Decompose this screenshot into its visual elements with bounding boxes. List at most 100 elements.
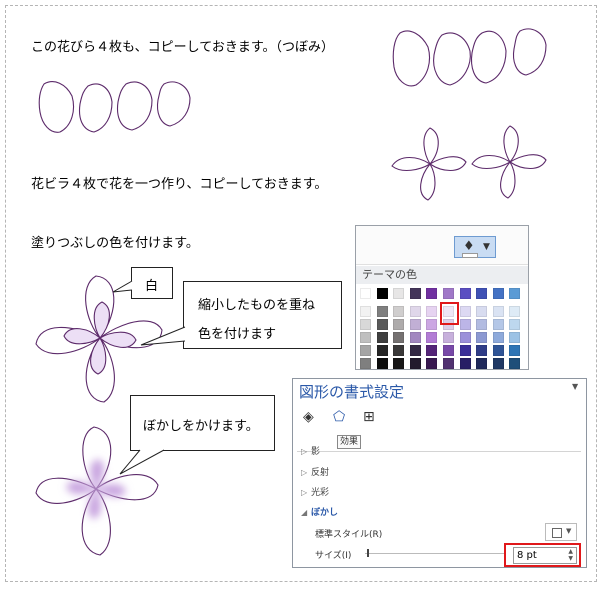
callout-blur-text: ぼかしをかけます。 xyxy=(143,419,259,434)
swatch[interactable] xyxy=(426,332,438,343)
swatch[interactable] xyxy=(393,345,405,356)
callout-white-tail xyxy=(112,280,133,293)
pane-menu-icon[interactable]: ▼ xyxy=(572,382,578,391)
swatch[interactable] xyxy=(443,345,454,356)
swatch[interactable] xyxy=(459,306,471,317)
swatch[interactable] xyxy=(376,345,388,356)
swatch[interactable] xyxy=(409,288,421,299)
size-highlight-box xyxy=(504,543,581,567)
swatch[interactable] xyxy=(476,332,488,343)
size-slider-thumb[interactable] xyxy=(367,549,369,557)
fill-line-icon[interactable]: ◈ xyxy=(303,409,314,425)
swatch[interactable] xyxy=(376,319,388,330)
swatch[interactable] xyxy=(360,288,371,299)
swatch[interactable] xyxy=(509,288,521,299)
selected-swatch-highlight xyxy=(440,302,459,325)
callout-color: 縮小したものを重ね 色を付けます xyxy=(183,281,342,349)
callout-blur: ぼかしをかけます。 xyxy=(130,395,275,451)
swatch[interactable] xyxy=(426,319,438,330)
bud-petals-top xyxy=(392,28,547,87)
swatch[interactable] xyxy=(509,332,521,343)
swatch[interactable] xyxy=(393,358,405,369)
pane-title: 図形の書式設定 xyxy=(299,383,405,401)
caption-flower: 花ビラ４枚で花を一つ作り、コピーしておきます。 xyxy=(31,177,328,192)
fill-color-palette: ♦ ▼ テーマの色 xyxy=(355,225,529,370)
swatch[interactable] xyxy=(509,319,521,330)
callout-color-text-2: 色を付けます xyxy=(198,327,277,342)
swatch[interactable] xyxy=(409,306,421,317)
swatch[interactable] xyxy=(476,306,488,317)
swatch[interactable] xyxy=(509,358,521,369)
section-reflection-label: 反射 xyxy=(311,468,330,478)
swatch[interactable] xyxy=(360,332,371,343)
callout-color-text-1: 縮小したものを重ね xyxy=(198,298,316,313)
swatch[interactable] xyxy=(443,288,454,299)
effects-pentagon-icon[interactable]: ⬠ xyxy=(333,409,345,425)
swatch[interactable] xyxy=(509,345,521,356)
section-glow-label: 光彩 xyxy=(311,488,330,498)
swatch[interactable] xyxy=(409,358,421,369)
section-shadow-label: 影 xyxy=(311,447,321,457)
preset-square-icon xyxy=(552,528,562,538)
palette-toolbar: ♦ ▼ xyxy=(356,226,528,265)
preset-dropdown[interactable]: ▼ xyxy=(545,523,577,541)
swatch[interactable] xyxy=(492,332,504,343)
chevron-down-icon: ▼ xyxy=(566,527,572,535)
swatch[interactable] xyxy=(376,358,388,369)
swatch[interactable] xyxy=(360,345,371,356)
swatch[interactable] xyxy=(459,358,471,369)
swatch[interactable] xyxy=(376,306,388,317)
swatch[interactable] xyxy=(393,332,405,343)
swatch[interactable] xyxy=(476,345,488,356)
swatch[interactable] xyxy=(459,332,471,343)
size-slider[interactable] xyxy=(365,553,505,554)
swatch[interactable] xyxy=(492,306,504,317)
swatch[interactable] xyxy=(492,288,504,299)
swatch[interactable] xyxy=(459,288,471,299)
swatch[interactable] xyxy=(409,332,421,343)
swatch[interactable] xyxy=(476,358,488,369)
callout-color-tail xyxy=(140,326,186,346)
swatch[interactable] xyxy=(443,332,454,343)
section-reflection[interactable]: ▷ 反射 xyxy=(301,467,329,479)
swatch[interactable] xyxy=(492,319,504,330)
swatch[interactable] xyxy=(492,358,504,369)
swatch[interactable] xyxy=(459,345,471,356)
fill-color-bar xyxy=(462,253,478,258)
swatch[interactable] xyxy=(360,306,371,317)
size-label: サイズ(I) xyxy=(315,551,352,561)
shape-fill-button[interactable]: ♦ ▼ xyxy=(454,236,496,258)
theme-colors-label: テーマの色 xyxy=(356,266,528,284)
swatch[interactable] xyxy=(360,358,371,369)
swatch[interactable] xyxy=(443,358,454,369)
swatch[interactable] xyxy=(393,288,405,299)
swatch[interactable] xyxy=(360,319,371,330)
section-shadow[interactable]: ▷ 影 xyxy=(301,446,320,458)
tooltip-effects: 効果 xyxy=(337,435,362,449)
swatch[interactable] xyxy=(426,306,438,317)
swatch[interactable] xyxy=(509,306,521,317)
pane-divider xyxy=(297,451,581,452)
swatch[interactable] xyxy=(426,358,438,369)
swatch[interactable] xyxy=(393,306,405,317)
swatch[interactable] xyxy=(426,345,438,356)
expand-icon: ▷ xyxy=(301,488,308,497)
format-shape-pane: 図形の書式設定 ▼ ◈ ⬠ ⊞ 効果 ▷ 影 ▷ 反射 ▷ 光彩 ◢ ぼかし 標準スタイ… xyxy=(292,378,587,568)
flower-outlines xyxy=(391,125,547,201)
size-properties-icon[interactable]: ⊞ xyxy=(363,409,375,425)
swatch[interactable] xyxy=(476,319,488,330)
swatch[interactable] xyxy=(459,319,471,330)
swatch[interactable] xyxy=(476,288,488,299)
swatch[interactable] xyxy=(409,319,421,330)
callout-blur-tail xyxy=(119,449,165,475)
swatch[interactable] xyxy=(376,332,388,343)
swatch[interactable] xyxy=(426,288,438,299)
swatch[interactable] xyxy=(409,345,421,356)
swatch[interactable] xyxy=(376,288,388,299)
swatch[interactable] xyxy=(492,345,504,356)
section-glow[interactable]: ▷ 光彩 xyxy=(301,487,329,499)
section-soft-edges[interactable]: ◢ ぼかし xyxy=(301,507,338,519)
swatch[interactable] xyxy=(393,319,405,330)
section-soft-edges-label: ぼかし xyxy=(311,508,339,518)
expand-icon: ▷ xyxy=(301,468,308,477)
